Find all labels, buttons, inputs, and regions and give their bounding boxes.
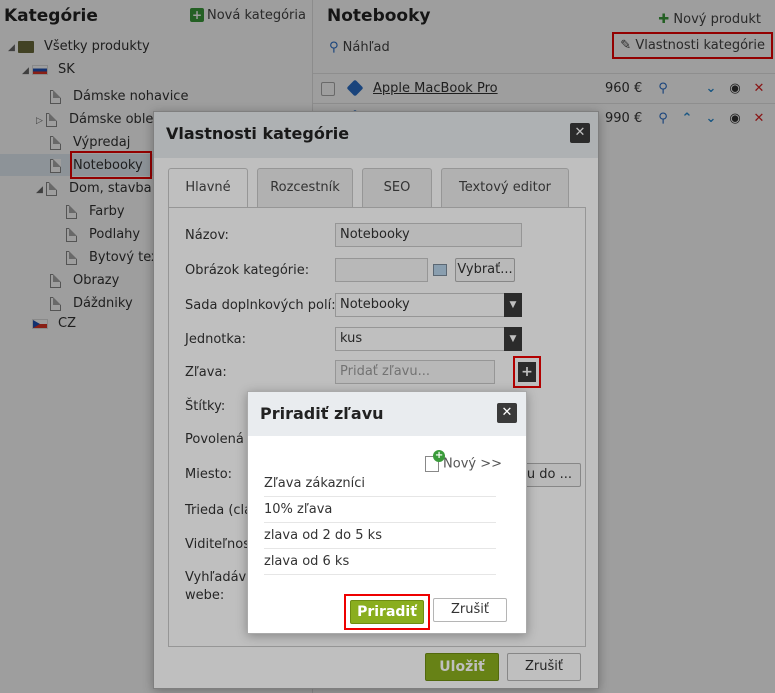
assign-button[interactable]: Priradiť: [350, 600, 424, 624]
new-discount-label: Nový >>: [443, 456, 502, 472]
highlight-assign: Priradiť: [344, 594, 430, 630]
new-discount-link[interactable]: Nový >>: [425, 450, 502, 472]
cancel-button[interactable]: Zrušiť: [433, 598, 507, 622]
new-document-icon: [425, 450, 446, 472]
dialog-title: Priradiť zľavu: [260, 404, 384, 423]
dialog-header: Priradiť zľavu ✕: [248, 392, 526, 436]
discount-list: Nový >> Zľava zákazníci 10% zľava zlava …: [258, 444, 516, 588]
close-icon[interactable]: ✕: [497, 403, 517, 423]
list-item[interactable]: zlava od 6 ks: [264, 549, 496, 575]
assign-discount-dialog: Priradiť zľavu ✕ Nový >> Zľava zákazníci…: [247, 391, 527, 634]
list-item[interactable]: Zľava zákazníci: [264, 471, 496, 497]
list-item[interactable]: zlava od 2 do 5 ks: [264, 523, 496, 549]
list-item[interactable]: 10% zľava: [264, 497, 496, 523]
